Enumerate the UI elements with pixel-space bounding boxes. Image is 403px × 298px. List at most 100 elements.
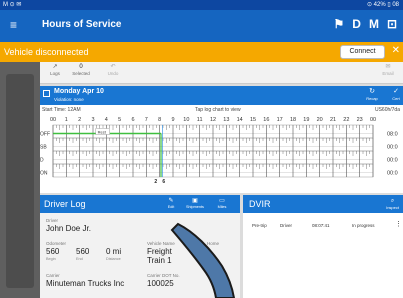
hour-label: 15 <box>250 117 256 123</box>
close-icon[interactable]: ✕ <box>392 45 400 56</box>
hour-label: 9 <box>171 117 174 123</box>
recap-icon: ↻ <box>369 88 375 95</box>
logs-label: Logs <box>50 71 60 76</box>
inspect-button[interactable]: ⌕ Inspect <box>386 197 399 210</box>
hour-label: 11 <box>197 117 203 123</box>
hour-label: 1 <box>65 117 68 123</box>
hour-label: 17 <box>277 117 283 123</box>
logs-icon: ↗ <box>52 64 58 70</box>
odometer-label: Odometer <box>46 241 67 246</box>
undo-button[interactable]: ↶ Undo <box>100 64 126 76</box>
search-icon: ⌕ <box>390 198 395 204</box>
recap-button[interactable]: ↻ Recap <box>362 88 382 101</box>
hour-label: 00 <box>50 117 56 123</box>
row-label: ON <box>40 171 48 177</box>
status-bar: M ⊙ ✉ ⊙ 42% ▯ 08 <box>0 0 403 10</box>
dvir-status: In progress <box>352 223 375 228</box>
logs-button[interactable]: ↗ Logs <box>42 64 68 76</box>
duty-status-d-button[interactable]: D <box>352 17 361 31</box>
box-icon: ▣ <box>192 198 198 204</box>
inspect-label: Inspect <box>386 205 399 210</box>
hour-label: 8 <box>158 117 161 123</box>
day-checkbox[interactable] <box>43 90 50 97</box>
certify-icon: ✓ <box>393 88 399 95</box>
hour-label: 2 <box>78 117 81 123</box>
certify-label: Cert <box>392 96 400 101</box>
hour-label: 13 <box>223 117 229 123</box>
recap-label: Recap <box>366 96 378 101</box>
dvir-time: 08:07:41 <box>312 223 330 228</box>
carrier-label: Carrier <box>46 273 60 278</box>
selected-count: 0 <box>79 64 83 70</box>
hour-label: 22 <box>343 117 349 123</box>
odometer-end: 560 <box>76 247 90 256</box>
hour-label: 4 <box>105 117 108 123</box>
selected-button[interactable]: 0 Selected <box>68 64 94 76</box>
hour-label: 3 <box>91 117 94 123</box>
driver-log-title: Driver Log <box>44 199 86 209</box>
hour-label: 7 <box>145 117 148 123</box>
odometer-end-label: End <box>76 257 83 261</box>
more-vert-icon[interactable]: ⋮ <box>395 220 402 228</box>
hour-label: 19 <box>303 117 309 123</box>
row-total: 00:0 <box>387 158 398 164</box>
hour-label: 20 <box>317 117 323 123</box>
row-label: D <box>40 158 44 164</box>
row-total: 00:0 <box>387 145 398 151</box>
hour-label: 14 <box>237 117 243 123</box>
app-bar: ≡ Hours of Service ⚑ D M ⊡ <box>0 10 403 42</box>
hamburger-menu-icon[interactable]: ≡ <box>10 18 17 32</box>
hour-label: 10 <box>183 117 189 123</box>
undo-label: Undo <box>107 71 119 76</box>
dot-value: 100025 <box>147 279 174 288</box>
bottom-mark: 6 <box>162 179 165 185</box>
app-bar-actions: ⚑ D M ⊡ <box>334 17 398 31</box>
row-label: SB <box>40 145 47 151</box>
device-icon[interactable]: ⊡ <box>387 17 397 31</box>
hour-label: 23 <box>357 117 363 123</box>
vehicle-disconnected-banner: Vehicle disconnected Connect ✕ <box>0 42 403 62</box>
miles-button[interactable]: ▭ Miles <box>212 197 232 209</box>
edit-button[interactable]: ✎ Edit <box>161 197 181 209</box>
dvir-row[interactable]: Pre-trip Driver 08:07:41 In progress ⋮ <box>243 219 403 233</box>
log-graph[interactable]: Start Time: 12AM Tap log chart to view U… <box>40 105 403 193</box>
distance-value: 0 mi <box>106 247 122 256</box>
status-left: M ⊙ ✉ <box>3 2 22 8</box>
edit-label: Edit <box>167 205 175 209</box>
row-label: OFF <box>40 132 50 138</box>
hour-label: 00 <box>370 117 376 123</box>
selected-label: Selected <box>72 71 90 76</box>
vehicle-value: Freight Train 1 <box>147 247 172 265</box>
email-label: Email <box>382 71 394 76</box>
undo-icon: ↶ <box>110 64 116 70</box>
dvir-title: DVIR <box>249 199 271 209</box>
drawer-tab[interactable] <box>6 74 34 288</box>
bottom-mark: 2 <box>154 179 157 185</box>
dvir-type: Pre-trip <box>252 223 267 228</box>
pencil-icon: ✎ <box>168 198 174 204</box>
driver-name: John Doe Jr. <box>46 224 91 233</box>
connect-button[interactable]: Connect <box>340 45 385 59</box>
miles-label: Miles <box>217 205 227 209</box>
message-icon[interactable]: ⚑ <box>334 17 345 31</box>
duty-status-m-button[interactable]: M <box>369 17 379 31</box>
hour-label: 21 <box>330 117 336 123</box>
status-right: ⊙ 42% ▯ 08 <box>366 2 399 8</box>
email-icon: ✉ <box>385 64 391 70</box>
email-button[interactable]: ✉ Email <box>375 64 401 76</box>
page-title: Hours of Service <box>42 19 122 30</box>
hour-label: 16 <box>263 117 269 123</box>
shipments-button[interactable]: ▣ Shipments <box>185 197 205 209</box>
hos-panel: ↗ Logs 0 Selected ↶ Undo ✉ Email Monday … <box>40 62 403 298</box>
day-header: Monday Apr 10 Violation: none ↻ Recap ✓ … <box>40 86 403 105</box>
dvir-role: Driver <box>280 223 292 228</box>
row-total: 00:0 <box>387 171 398 177</box>
odometer-begin: 560 <box>46 247 60 256</box>
hour-label: 12 <box>210 117 216 123</box>
banner-message: Vehicle disconnected <box>4 47 89 57</box>
dot-label: Carrier DOT No. <box>147 273 180 278</box>
distance-label: Distance <box>106 257 121 261</box>
log-grid-svg[interactable]: 00 1 2 3 4 5 6 7 8 9 10 11 12 13 14 15 16 17 18 19 20 21 22 23 0… <box>40 113 403 193</box>
driver-label: Driver <box>46 218 58 223</box>
certify-button[interactable]: ✓ Cert <box>386 88 403 101</box>
